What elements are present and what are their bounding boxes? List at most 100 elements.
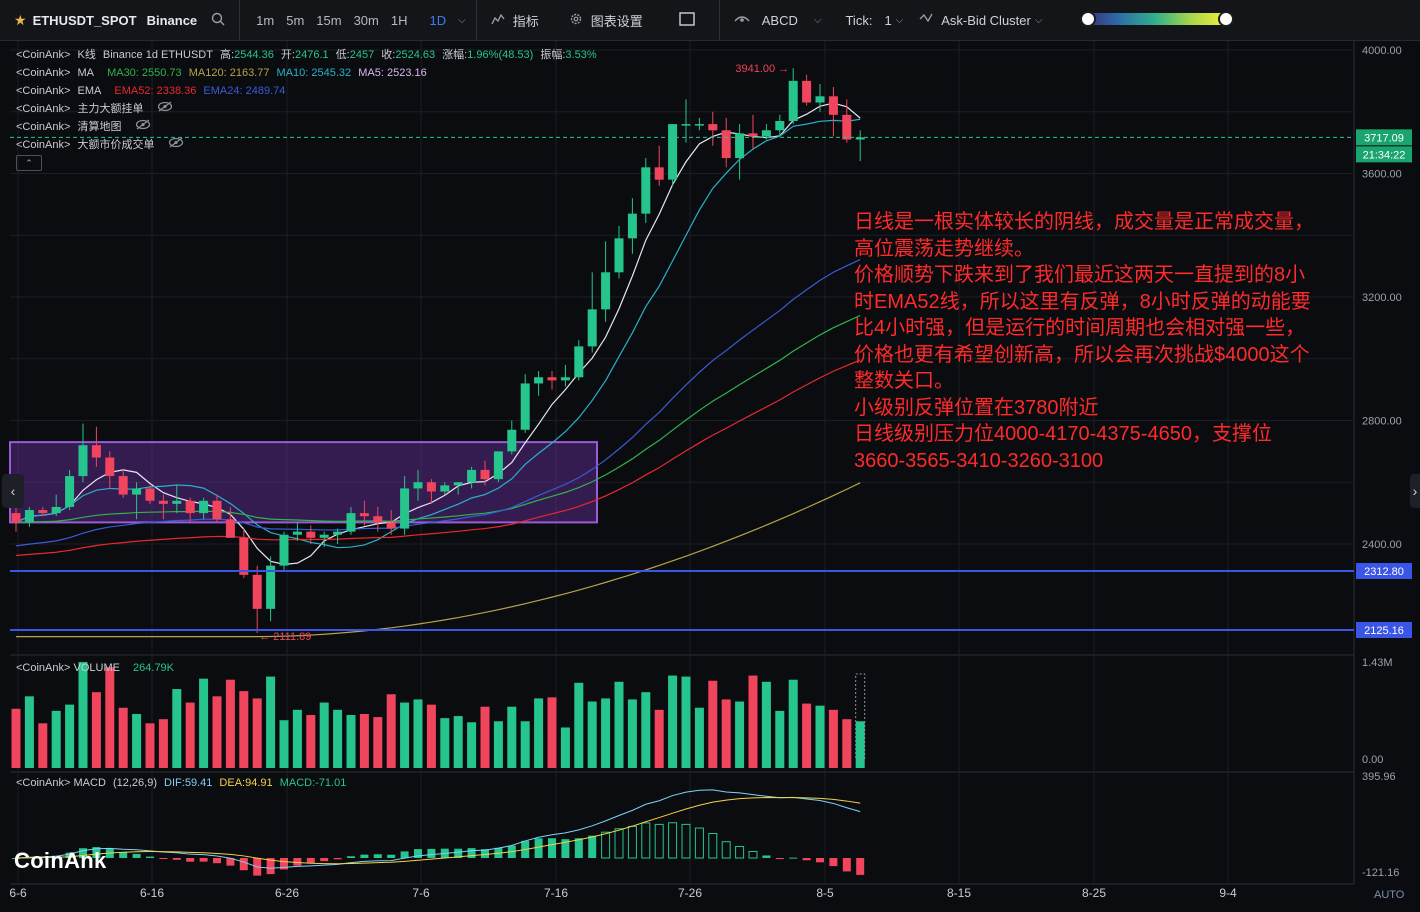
candle-body xyxy=(65,476,75,507)
candle-body xyxy=(440,485,450,492)
macd-dif-line xyxy=(15,789,861,869)
timeframe-1h[interactable]: 1H xyxy=(385,13,414,28)
macd-bar xyxy=(306,858,315,864)
macd-bar xyxy=(333,858,342,860)
cluster-selector[interactable]: Ask-Bid Cluster ⌵ xyxy=(909,0,1048,40)
macd-bar xyxy=(681,823,691,859)
macd-bar xyxy=(427,848,436,858)
legend-prefix: <CoinAnk> xyxy=(16,662,71,674)
chevron-down-icon[interactable]: ⌵ xyxy=(458,15,466,26)
timeframe-5m[interactable]: 5m xyxy=(280,13,310,28)
ma5-value: MA5: 2523.16 xyxy=(358,67,427,79)
legend-prefix: <CoinAnk> xyxy=(16,777,71,789)
tick-selector[interactable]: Tick: 1 ⌵ xyxy=(835,0,909,40)
macd-bar xyxy=(347,856,355,858)
legend-name: MA xyxy=(77,67,95,79)
search-icon[interactable] xyxy=(211,12,225,29)
annotation-line: 高位震荡走势继续。 xyxy=(854,237,1034,260)
legend-name: K线 xyxy=(77,49,96,61)
close-label: 收: xyxy=(381,49,396,61)
macd-bar xyxy=(239,858,248,871)
range-handle-right[interactable] xyxy=(1218,11,1234,27)
square-icon xyxy=(679,11,695,29)
heatmap-range-slider[interactable] xyxy=(1080,11,1234,27)
collapse-legend-button[interactable]: ⌃ xyxy=(16,155,42,171)
timeframe-1d[interactable]: 1D xyxy=(424,13,453,28)
legend-prefix: <CoinAnk> xyxy=(16,67,71,79)
macd-bar xyxy=(574,838,583,858)
annotation-line: 时EMA52线，所以这里有反弹，8小时反弹的动能要 xyxy=(854,290,1311,313)
volume-bars: 1.43M 0.00 xyxy=(11,657,1393,768)
candle-body xyxy=(641,167,651,214)
volume-bar xyxy=(172,689,182,768)
macd-value: MACD:-71.01 xyxy=(279,777,347,789)
volume-bar xyxy=(158,719,168,768)
symbol-name[interactable]: ETHUSDT_SPOT xyxy=(33,13,137,28)
abcd-selector[interactable]: ABCD ⌵ xyxy=(724,0,828,40)
timeframe-30m[interactable]: 30m xyxy=(348,13,385,28)
fullscreen-button[interactable] xyxy=(669,0,705,40)
candle-body xyxy=(547,377,557,381)
chevron-down-icon: ⌵ xyxy=(1034,14,1043,26)
macd-bar xyxy=(601,831,611,859)
volume-bar xyxy=(292,709,302,768)
volume-bar xyxy=(78,662,88,768)
x-tick-label: 6-16 xyxy=(140,886,164,900)
indicators-button[interactable]: 指标 xyxy=(481,0,549,40)
volume-bar xyxy=(708,680,718,768)
annotation-line: 3660-3565-3410-3260-3100 xyxy=(854,449,1104,472)
indicators-label: 指标 xyxy=(512,13,539,29)
candle-body xyxy=(24,510,34,523)
legend-name: 清算地图 xyxy=(77,121,122,133)
volume-bar xyxy=(400,702,410,768)
volume-bar xyxy=(91,692,101,768)
chart-settings-button[interactable]: 图表设置 xyxy=(559,0,653,40)
legend-prefix: <CoinAnk> xyxy=(16,103,71,115)
timeframe-15m[interactable]: 15m xyxy=(310,13,347,28)
candle-body xyxy=(560,377,570,381)
macd-bar xyxy=(548,838,556,858)
macd-bar xyxy=(467,848,476,858)
volume-bar xyxy=(775,710,785,768)
high-label: 高: xyxy=(220,49,235,61)
legend-prefix: <CoinAnk> xyxy=(16,49,71,61)
range-handle-left[interactable] xyxy=(1080,11,1096,27)
annotation-line: 日线级别压力位4000-4170-4375-4650，支撑位 xyxy=(854,423,1272,445)
volume-bar xyxy=(614,681,624,768)
ma10-value: MA10: 2545.32 xyxy=(276,67,352,79)
volume-bar xyxy=(306,715,316,768)
volume-bar xyxy=(413,699,423,768)
y-tick-label: 2800.00 xyxy=(1362,416,1402,428)
eye-hidden-icon[interactable] xyxy=(135,119,151,133)
timeframe-1m[interactable]: 1m xyxy=(250,13,280,28)
eye-hidden-icon[interactable] xyxy=(168,137,184,151)
exchange-name[interactable]: Binance xyxy=(147,13,198,28)
macd-params: (12,26,9) xyxy=(112,777,157,789)
volume-bar xyxy=(426,704,436,768)
macd-bar xyxy=(842,858,851,872)
legend-big-trades: <CoinAnk> 大额市价成交单 xyxy=(16,137,188,153)
volume-bar xyxy=(520,721,530,768)
legend-name: MACD xyxy=(73,777,106,789)
scroll-right-button[interactable]: › xyxy=(1410,474,1420,508)
macd-bar xyxy=(668,822,678,859)
candle-body xyxy=(493,451,503,480)
volume-bar xyxy=(815,705,825,768)
volume-bar xyxy=(105,667,115,768)
candle-body xyxy=(38,510,48,514)
eye-hidden-icon[interactable] xyxy=(157,101,173,115)
volume-bar xyxy=(654,709,664,768)
volume-bar xyxy=(319,702,329,768)
auto-scale-button[interactable]: AUTO xyxy=(1374,889,1404,901)
legend-name: 主力大额挂单 xyxy=(77,103,144,115)
macd-bar xyxy=(721,841,731,859)
candle-body xyxy=(654,167,664,180)
candle-body xyxy=(11,513,21,523)
candle-body xyxy=(51,506,61,514)
volume-bar xyxy=(440,718,450,768)
favorite-star-icon[interactable]: ★ xyxy=(14,12,27,29)
scroll-left-button[interactable]: ‹ xyxy=(2,474,24,508)
volume-bar xyxy=(346,715,356,768)
y-tick-label: 3200.00 xyxy=(1362,292,1402,304)
volume-bar xyxy=(721,699,731,768)
